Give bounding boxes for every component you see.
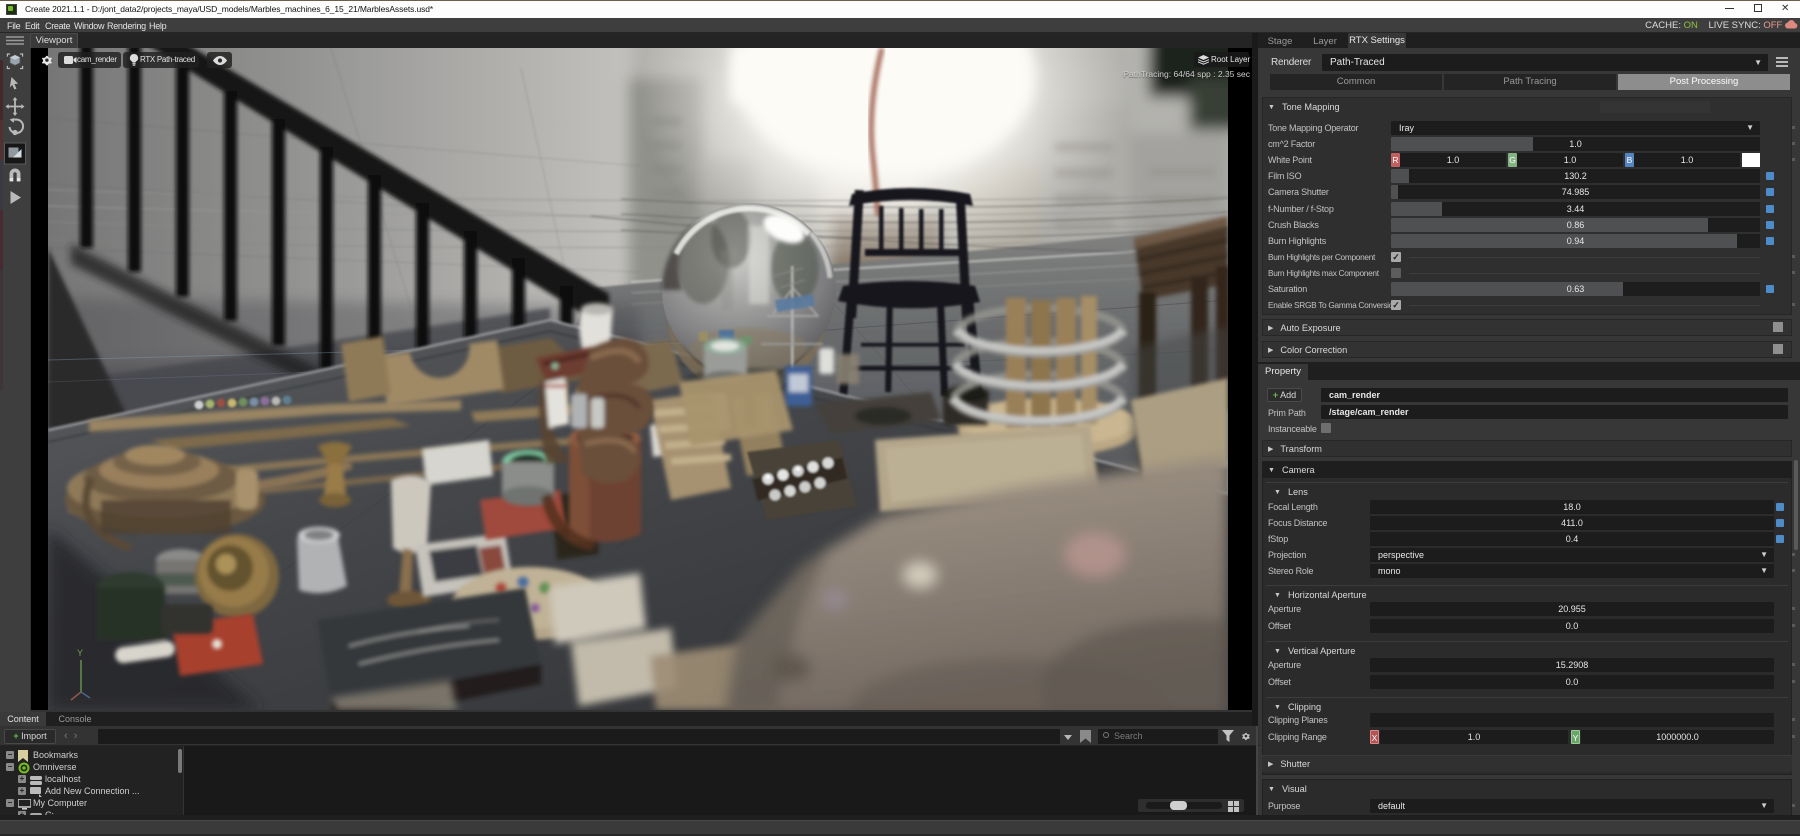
svg-text:Y: Y [77,648,83,658]
